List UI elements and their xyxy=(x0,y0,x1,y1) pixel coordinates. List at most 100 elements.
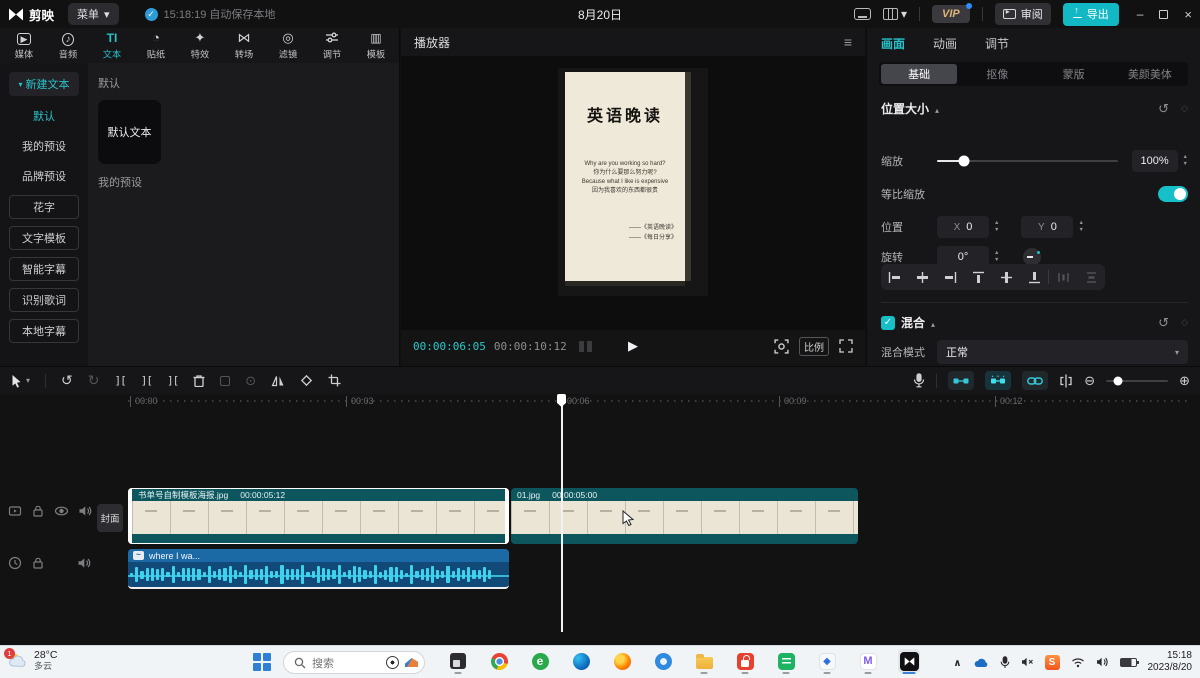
taskbar-app-taskview[interactable] xyxy=(447,649,469,673)
blend-checkbox[interactable] xyxy=(881,316,895,330)
split-keep-left-button[interactable]: ][ xyxy=(141,374,152,387)
reset-icon[interactable] xyxy=(1158,101,1169,117)
cover-button[interactable]: 封面 xyxy=(97,504,123,532)
reset-icon[interactable] xyxy=(1158,315,1169,331)
tab-picture[interactable]: 画面 xyxy=(881,35,905,52)
sidebar-item-brand-presets[interactable]: 品牌预设 xyxy=(9,164,79,188)
ratio-button[interactable]: 比例 xyxy=(799,337,829,356)
taskbar-app-file-explorer[interactable] xyxy=(693,649,715,673)
sidebar-item-my-presets[interactable]: 我的预设 xyxy=(9,134,79,158)
taskbar-app-capcut[interactable] xyxy=(898,649,920,673)
position-y-field[interactable]: Y0 xyxy=(1021,216,1073,238)
tray-s-app-icon[interactable] xyxy=(1045,655,1060,670)
playhead-line[interactable] xyxy=(561,394,563,632)
sidebar-item-default[interactable]: 默认 xyxy=(9,104,79,128)
restore-button[interactable] xyxy=(1159,10,1168,19)
layout-switch-button[interactable] xyxy=(883,7,907,21)
record-voiceover-icon[interactable] xyxy=(913,373,925,388)
blend-mode-dropdown[interactable]: 正常 xyxy=(937,340,1188,364)
rotate-button[interactable] xyxy=(300,374,313,387)
rotate-stepper[interactable] xyxy=(994,251,999,263)
tab-templates[interactable]: 模板 xyxy=(354,31,398,61)
vip-badge[interactable]: VIP xyxy=(932,5,970,23)
align-center-horizontal-icon[interactable] xyxy=(909,271,937,284)
magnetic-snap-toggle[interactable] xyxy=(948,371,974,390)
subtab-mask[interactable]: 蒙版 xyxy=(1036,62,1112,86)
default-text-tile[interactable]: 默认文本 xyxy=(98,100,161,164)
align-left-icon[interactable] xyxy=(881,271,909,284)
sidebar-item-new-text[interactable]: ▾新建文本 xyxy=(9,72,79,96)
tray-expand-icon[interactable] xyxy=(953,655,961,669)
collapse-caret-icon[interactable] xyxy=(931,316,935,330)
taskbar-app-chrome[interactable] xyxy=(488,649,510,673)
tab-animation[interactable]: 动画 xyxy=(933,35,957,52)
close-button[interactable]: × xyxy=(1184,7,1192,22)
play-button[interactable] xyxy=(628,338,638,354)
taskbar-weather-widget[interactable]: 1 28°C 多云 xyxy=(7,649,57,671)
lock-track-icon[interactable] xyxy=(31,504,45,518)
mirror-button[interactable] xyxy=(271,375,285,387)
subtab-beauty[interactable]: 美颜美体 xyxy=(1112,62,1188,86)
audio-clip[interactable]: where I wa... xyxy=(128,549,509,589)
minimize-button[interactable]: – xyxy=(1137,7,1144,21)
position-x-stepper[interactable] xyxy=(994,221,999,233)
tab-media[interactable]: 媒体 xyxy=(2,31,46,61)
subtab-basic[interactable]: 基础 xyxy=(881,64,957,84)
zoom-in-icon[interactable] xyxy=(1179,373,1190,389)
timeline-ruler[interactable] xyxy=(128,400,1192,402)
keyframe-icon[interactable]: ◇ xyxy=(1181,103,1188,114)
shortcut-keys-icon[interactable] xyxy=(854,8,871,20)
slider-thumb[interactable] xyxy=(959,156,970,167)
crop-button[interactable] xyxy=(328,374,341,387)
tray-audio-mixer-icon[interactable] xyxy=(1021,656,1034,668)
subtab-cutout[interactable]: 抠像 xyxy=(959,62,1035,86)
tab-text[interactable]: 文本 xyxy=(90,31,134,61)
battery-icon[interactable] xyxy=(1120,658,1137,667)
taskbar-search[interactable]: 搜索 xyxy=(283,651,425,674)
sidebar-item-text-templates[interactable]: 文字模板 xyxy=(9,226,79,250)
tab-adjust[interactable]: 调节 xyxy=(310,31,354,61)
wifi-icon[interactable] xyxy=(1071,657,1085,668)
align-top-icon[interactable] xyxy=(965,271,993,284)
start-button[interactable] xyxy=(253,653,271,671)
scale-stepper[interactable] xyxy=(1183,155,1188,167)
align-bottom-icon[interactable] xyxy=(1020,271,1048,284)
audio-track-icon[interactable] xyxy=(8,556,22,570)
lock-track-icon[interactable] xyxy=(31,556,45,570)
menu-button[interactable]: 菜单 xyxy=(68,3,119,25)
split-keep-right-button[interactable]: ][ xyxy=(167,374,178,387)
zoom-out-icon[interactable] xyxy=(1084,373,1095,389)
fullscreen-icon[interactable] xyxy=(839,339,853,353)
review-button[interactable]: 审阅 xyxy=(995,3,1051,25)
hide-track-icon[interactable] xyxy=(54,504,69,518)
tray-clock[interactable]: 15:18 2023/8/20 xyxy=(1148,650,1193,675)
keyframe-icon[interactable]: ◇ xyxy=(1181,317,1188,328)
select-tool-button[interactable]: ▾ xyxy=(10,374,30,388)
auto-snap-toggle[interactable] xyxy=(985,371,1011,390)
video-clip-2[interactable]: 01.jpg 00:00:05:00 xyxy=(511,488,858,544)
main-track-icon[interactable] xyxy=(8,504,22,518)
linkage-toggle[interactable] xyxy=(1022,371,1048,390)
timeline-zoom-slider[interactable] xyxy=(1106,380,1168,382)
collapse-caret-icon[interactable] xyxy=(935,102,939,116)
frame-pages-icon[interactable] xyxy=(579,341,593,352)
tab-adjustment[interactable]: 调节 xyxy=(985,35,1009,52)
mute-track-icon[interactable] xyxy=(78,504,92,518)
taskbar-app-edge[interactable] xyxy=(570,649,592,673)
split-button[interactable]: ][ xyxy=(114,374,125,387)
align-center-vertical-icon[interactable] xyxy=(993,271,1021,284)
taskbar-app-blue-diamond[interactable] xyxy=(816,649,838,673)
taskbar-app-firefox[interactable] xyxy=(611,649,633,673)
export-button[interactable]: 导出 xyxy=(1063,3,1119,26)
position-x-field[interactable]: X0 xyxy=(937,216,989,238)
sidebar-item-lyrics-recognition[interactable]: 识别歌词 xyxy=(9,288,79,312)
delete-button[interactable] xyxy=(193,374,205,387)
volume-icon[interactable] xyxy=(1096,656,1109,668)
sidebar-item-auto-captions[interactable]: 智能字幕 xyxy=(9,257,79,281)
sidebar-item-fancy-text[interactable]: 花字 xyxy=(9,195,79,219)
player-menu-icon[interactable] xyxy=(844,34,852,50)
taskbar-app-green-browser[interactable] xyxy=(529,649,551,673)
tab-effects[interactable]: 特效 xyxy=(178,31,222,61)
sidebar-item-local-captions[interactable]: 本地字幕 xyxy=(9,319,79,343)
taskbar-app-red-store[interactable] xyxy=(734,649,756,673)
